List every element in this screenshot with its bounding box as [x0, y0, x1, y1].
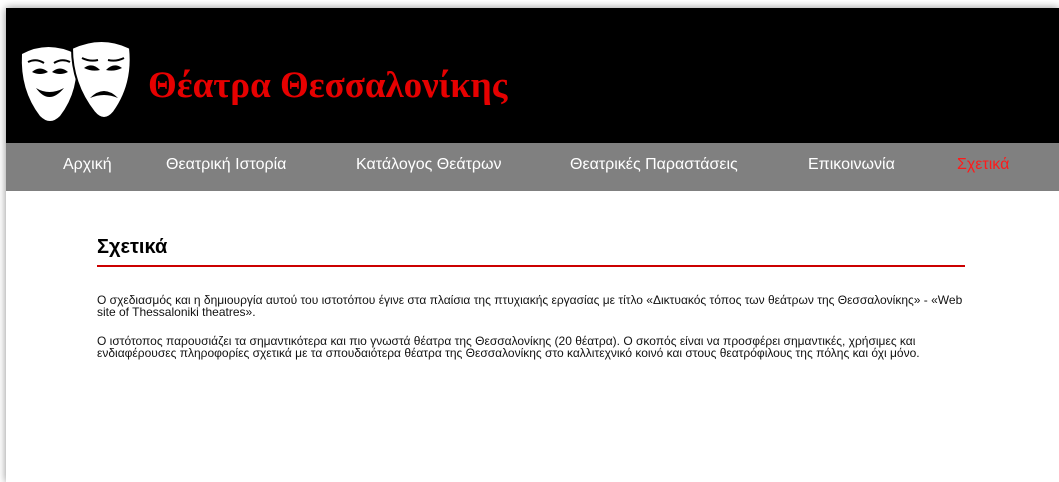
- nav-item-about[interactable]: Σχετικά: [957, 156, 1009, 174]
- about-paragraph: Ο σχεδιασμός και η δημιουργία αυτού του …: [97, 293, 963, 319]
- theater-masks-icon[interactable]: [18, 32, 134, 132]
- about-paragraph: Ο ιστότοπος παρουσιάζει τα σημαντικότερα…: [97, 334, 920, 360]
- page-heading: Σχετικά: [97, 236, 965, 267]
- nav-item-theatre-catalog[interactable]: Κατάλογος Θεάτρων: [356, 156, 502, 174]
- browser-viewport: Θέατρα Θεσσαλονίκης Αρχική Θεατρική Ιστο…: [6, 8, 1059, 482]
- main-nav: Αρχική Θεατρική Ιστορία Κατάλογος Θεάτρω…: [6, 143, 1059, 191]
- nav-item-home[interactable]: Αρχική: [63, 156, 112, 174]
- nav-item-contact[interactable]: Επικοινωνία: [808, 156, 895, 174]
- main-content: Σχετικά Ο σχεδιασμός και η δημιουργία αυ…: [97, 191, 965, 359]
- site-header: Θέατρα Θεσσαλονίκης: [6, 8, 1059, 143]
- nav-item-theatre-history[interactable]: Θεατρική Ιστορία: [166, 156, 286, 174]
- nav-item-performances[interactable]: Θεατρικές Παραστάσεις: [570, 156, 738, 174]
- site-title: Θέατρα Θεσσαλονίκης: [148, 65, 508, 106]
